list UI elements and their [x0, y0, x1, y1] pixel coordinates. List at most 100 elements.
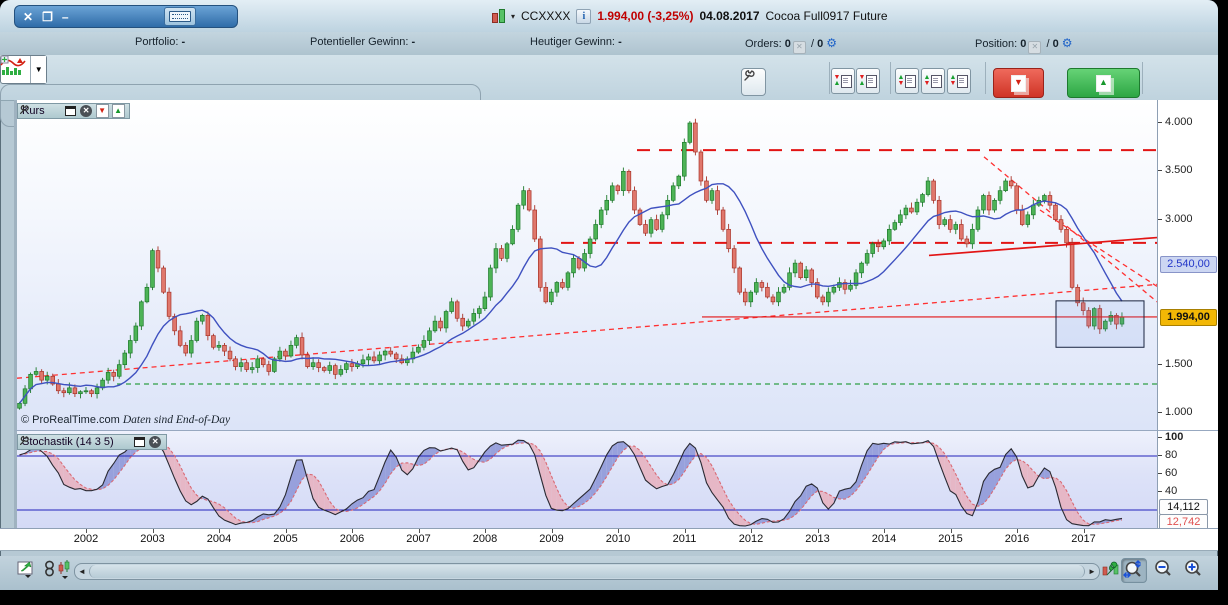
- chart-tools-icon[interactable]: [1101, 559, 1123, 581]
- stochastic-settings-wrench-icon[interactable]: [117, 436, 130, 448]
- chart-scrollbar[interactable]: ◄ ►: [74, 563, 1100, 580]
- chart-type-dropdown-arrow-icon[interactable]: ▼: [30, 56, 46, 83]
- stoch-tick-label: 60: [1165, 467, 1177, 479]
- stop-trailing-order-button[interactable]: ▲▼: [947, 68, 971, 94]
- position-settings-gear-icon[interactable]: ⚙: [1062, 36, 1073, 50]
- price-window-icon[interactable]: [64, 105, 77, 117]
- zoom-in-button[interactable]: [1182, 558, 1208, 583]
- price-sell-doc-icon[interactable]: ▼: [96, 105, 109, 117]
- app-window: ✕ ❐ – ▾ CCXXXX i 1.994,00 (-3,25%) 04.08…: [0, 0, 1218, 590]
- year-label: 2003: [140, 533, 164, 545]
- orders-list-icon[interactable]: ✕: [793, 41, 806, 54]
- scroll-left-icon[interactable]: ◄: [75, 565, 89, 578]
- limit-sell-order-button[interactable]: ▼▲: [831, 68, 855, 94]
- year-label: 2002: [74, 533, 98, 545]
- potential-gain-field: Potentieller Gewinn: -: [310, 36, 415, 48]
- position-list-icon[interactable]: ✕: [1028, 41, 1041, 54]
- stochastic-panel-header: Stochastik (14 3 5) ✕: [17, 434, 167, 450]
- stop-sell-order-button[interactable]: ▲▼: [895, 68, 919, 94]
- price-tick-label: 1.500: [1165, 358, 1193, 370]
- year-label: 2005: [273, 533, 297, 545]
- instrument-code: CCXXXX: [521, 9, 570, 23]
- portfolio-field: Portfolio: -: [135, 36, 185, 48]
- screen-background: ✕ ❐ – ▾ CCXXXX i 1.994,00 (-3,25%) 04.08…: [0, 0, 1228, 605]
- sell-doc-icon: ▼: [1011, 75, 1026, 92]
- year-label: 2006: [340, 533, 364, 545]
- price-level-box: 1.994,00: [1160, 309, 1217, 326]
- titlebar: ✕ ❐ – ▾ CCXXXX i 1.994,00 (-3,25%) 04.08…: [0, 0, 1218, 33]
- year-label: 2017: [1071, 533, 1095, 545]
- keyboard-icon[interactable]: [164, 7, 196, 26]
- candlestick-icon: [492, 9, 505, 23]
- price-tick-label: 4.000: [1165, 116, 1193, 128]
- buy-market-button[interactable]: ▲: [1067, 68, 1140, 98]
- stoch-tick-label: 100: [1165, 431, 1183, 443]
- year-label: 2010: [606, 533, 630, 545]
- price-axis[interactable]: 4.000 3.500 3.000 1.500 1.000 2.540,00 1.994,0…: [1157, 100, 1218, 430]
- scroll-right-icon[interactable]: ►: [1085, 565, 1099, 578]
- price-panel-header: Kurs ✕ ▼ ▲: [17, 103, 130, 119]
- orders-field: Orders: 0✕ / 0 ⚙: [745, 36, 837, 54]
- chart-toolbar: 200 Einheiten ▼ Monatlich ▼ ▼ ▸ Anz: [0, 55, 1218, 101]
- stop-buy-order-button[interactable]: ▲▼: [921, 68, 945, 94]
- year-label: 2007: [406, 533, 430, 545]
- buy-doc-icon: ▲: [1096, 75, 1111, 92]
- year-label: 2009: [539, 533, 563, 545]
- minimize-window-icon[interactable]: –: [62, 11, 69, 23]
- year-label: 2012: [739, 533, 763, 545]
- orders-settings-gear-icon[interactable]: ⚙: [826, 36, 837, 50]
- today-gain-field: Heutiger Gewinn: -: [530, 36, 622, 48]
- info-icon[interactable]: i: [576, 9, 591, 24]
- instrument-header: ▾ CCXXXX i 1.994,00 (-3,25%) 04.08.2017 …: [492, 7, 888, 25]
- order-settings-button[interactable]: [741, 68, 766, 96]
- year-label: 2014: [872, 533, 896, 545]
- stoch-k-value-box: 14,112: [1159, 499, 1208, 515]
- wrench-icon: [742, 69, 756, 83]
- price-tick-label: 3.000: [1165, 213, 1193, 225]
- instrument-description: Cocoa Full0917 Future: [766, 9, 888, 23]
- scrollbar-thumb[interactable]: [89, 565, 1085, 578]
- price-tick-label: 3.500: [1165, 164, 1193, 176]
- quote-date: 04.08.2017: [699, 9, 759, 23]
- price-settings-wrench-icon[interactable]: [48, 105, 61, 117]
- candlestick-chart: [17, 100, 1157, 430]
- maximize-window-icon[interactable]: ❐: [42, 11, 53, 23]
- account-info-row: Portfolio: - Potentieller Gewinn: - Heut…: [0, 32, 1218, 56]
- zoom-out-button[interactable]: [1152, 558, 1178, 583]
- price-buy-doc-icon[interactable]: ▲: [112, 105, 125, 117]
- copyright-note: © ProRealTime.com Daten sind End-of-Day: [21, 414, 230, 426]
- stochastic-window-icon[interactable]: [133, 436, 146, 448]
- stochastic-panel-title: Stochastik (14 3 5): [22, 436, 114, 448]
- price-tick-label: 1.000: [1165, 406, 1193, 418]
- year-label: 2011: [673, 533, 697, 545]
- window-controls: ✕ ❐ –: [14, 5, 238, 28]
- year-label: 2015: [938, 533, 962, 545]
- stoch-tick-label: 40: [1165, 485, 1177, 497]
- year-label: 2004: [207, 533, 231, 545]
- close-window-icon[interactable]: ✕: [23, 11, 33, 23]
- stoch-tick-label: 80: [1165, 449, 1177, 461]
- price-chart-plot[interactable]: Kurs ✕ ▼ ▲ © ProRealTime.com Daten sind …: [14, 100, 1157, 430]
- stochastic-chart: [17, 431, 1157, 529]
- link-charts-icon[interactable]: [44, 559, 56, 581]
- limit-buy-order-button[interactable]: ▼▲: [856, 68, 880, 94]
- year-label: 2016: [1005, 533, 1029, 545]
- chevron-down-icon[interactable]: ▾: [511, 12, 515, 21]
- position-field: Position: 0✕ / 0 ⚙: [975, 36, 1073, 54]
- stochastic-close-icon[interactable]: ✕: [149, 436, 162, 448]
- keyboard-glyph: [169, 11, 191, 22]
- stochastic-axis[interactable]: 10080604014,11212,742: [1157, 430, 1218, 529]
- price-close-icon[interactable]: ✕: [80, 105, 93, 117]
- chart-type-icon: [1, 56, 30, 83]
- bottom-toolbar: ◄ ►: [0, 556, 1218, 590]
- chart-style-icon[interactable]: [58, 559, 74, 581]
- zoom-pan-button[interactable]: [1121, 558, 1147, 583]
- sell-market-button[interactable]: ▼: [993, 68, 1044, 98]
- stochastic-plot[interactable]: Stochastik (14 3 5) ✕: [14, 430, 1157, 528]
- price-level-box: 2.540,00: [1160, 256, 1217, 273]
- export-chart-icon[interactable]: [17, 559, 39, 581]
- time-axis[interactable]: 2002200320042005200620072008200920102011…: [0, 528, 1218, 551]
- chart-type-button[interactable]: ▼: [0, 55, 47, 84]
- last-price-change: 1.994,00 (-3,25%): [597, 9, 693, 23]
- year-label: 2013: [805, 533, 829, 545]
